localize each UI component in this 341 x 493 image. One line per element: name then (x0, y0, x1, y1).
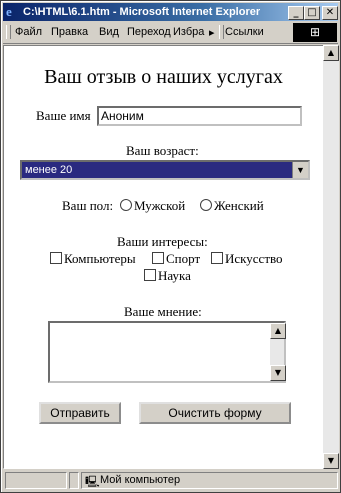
interest-art[interactable]: Искусство (211, 251, 283, 267)
menu-edit[interactable]: Правка (51, 26, 88, 38)
age-label: Ваш возраст: (126, 143, 199, 158)
status-bar: 🖳 Мой компьютер (3, 470, 338, 490)
submit-button[interactable]: Отправить (39, 402, 121, 424)
checkbox-computers[interactable] (50, 252, 62, 264)
windows-logo-icon: ⊞ (293, 23, 337, 42)
interests-label: Ваши интересы: (117, 234, 208, 249)
opinion-textarea[interactable]: ▲ ▼ (48, 321, 286, 383)
window-title: C:\HTML\6.1.htm - Microsoft Internet Exp… (23, 6, 261, 18)
gender-option-female[interactable]: Женский (200, 198, 264, 214)
dropdown-arrow-icon[interactable]: ▼ (292, 162, 308, 178)
browser-window: e C:\HTML\6.1.htm - Microsoft Internet E… (0, 0, 341, 493)
menu-go[interactable]: Переход (127, 26, 171, 38)
page-scrollbar[interactable]: ▲ ▼ (323, 45, 339, 469)
ie-logo-icon: e (6, 4, 12, 19)
links-button[interactable]: Ссылки (225, 26, 264, 38)
title-bar[interactable]: e C:\HTML\6.1.htm - Microsoft Internet E… (3, 3, 338, 21)
minimize-button[interactable]: _ (288, 6, 304, 20)
toolbar-grip[interactable] (6, 25, 11, 39)
interest-computers[interactable]: Компьютеры (50, 251, 136, 267)
gender-option-male[interactable]: Мужской (120, 198, 185, 214)
page-viewport: Ваш отзыв о наших услугах Ваше имя Анони… (3, 45, 324, 469)
age-select[interactable]: менее 20 ▼ (20, 160, 310, 180)
textarea-scroll-up-icon[interactable]: ▲ (270, 323, 286, 339)
zone-text: Мой компьютер (100, 474, 181, 486)
radio-female[interactable] (200, 199, 212, 211)
computer-icon: 🖳 (85, 476, 100, 488)
menu-favorites[interactable]: Избра (173, 26, 204, 38)
menu-view[interactable]: Вид (99, 26, 119, 38)
scroll-down-icon[interactable]: ▼ (323, 453, 339, 469)
age-selected-value: менее 20 (25, 164, 73, 176)
gender-label: Ваш пол: (62, 198, 114, 213)
checkbox-sport[interactable] (152, 252, 164, 264)
textarea-scrollbar[interactable]: ▲ ▼ (270, 323, 286, 381)
textarea-scroll-down-icon[interactable]: ▼ (270, 365, 286, 381)
maximize-button[interactable]: □ (304, 6, 320, 20)
status-panel-progress (69, 472, 79, 489)
menu-file[interactable]: Файл (15, 26, 42, 38)
name-input[interactable]: Аноним (97, 106, 302, 126)
interest-sport[interactable]: Спорт (152, 251, 200, 267)
status-panel-zone: 🖳 Мой компьютер (81, 472, 338, 489)
reset-button[interactable]: Очистить форму (139, 402, 291, 424)
form-heading: Ваш отзыв о наших услугах (44, 66, 283, 88)
close-button[interactable]: ✕ (322, 6, 338, 20)
status-panel-main (5, 472, 67, 489)
opinion-label: Ваше мнение: (124, 304, 202, 319)
name-label: Ваше имя (36, 108, 91, 123)
menu-bar: Файл Правка Вид Переход Избра ▸ Ссылки ⊞ (3, 22, 338, 44)
scroll-up-icon[interactable]: ▲ (323, 45, 339, 61)
links-grip[interactable] (219, 25, 224, 39)
menu-overflow-chevron[interactable]: ▸ (209, 26, 215, 39)
checkbox-science[interactable] (144, 269, 156, 281)
radio-male[interactable] (120, 199, 132, 211)
checkbox-art[interactable] (211, 252, 223, 264)
interest-science[interactable]: Наука (144, 268, 191, 284)
